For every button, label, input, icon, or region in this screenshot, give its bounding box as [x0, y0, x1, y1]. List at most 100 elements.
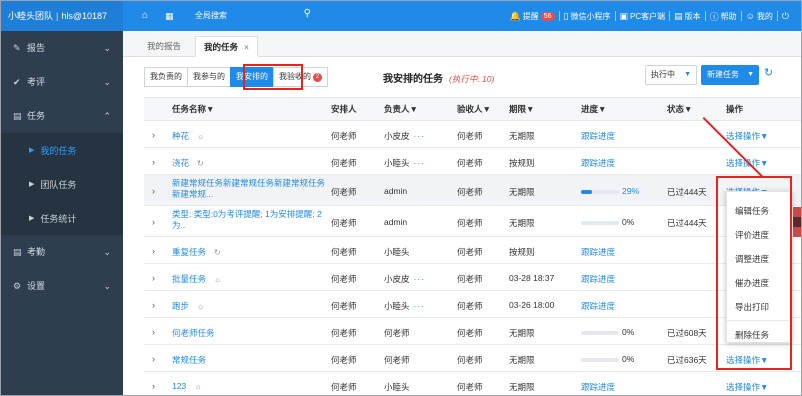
global-search[interactable]: 全局搜索 ⚲	[186, 8, 314, 24]
sidebar-item-evaluation[interactable]: ✔ 考评 ⌄	[1, 65, 123, 99]
status-cell: 已过636天	[667, 355, 707, 365]
more-owners-icon[interactable]: ···	[414, 301, 426, 311]
task-name-text: 浇花	[172, 158, 190, 168]
task-name-text: 重复任务	[172, 247, 207, 257]
task-name[interactable]: 类型: 类型:0为考评提醒; 1为安排提醒; 2为..	[172, 209, 332, 231]
apps-icon[interactable]: ▦	[165, 9, 174, 23]
expand-chevron-icon[interactable]: ›	[152, 381, 155, 391]
refresh-icon[interactable]: ↻	[764, 66, 773, 79]
table-row[interactable]: › 批量任务 ☼ 何老师 小皮皮 ··· 何老师 03-28 18:37 跟踪进度	[144, 264, 801, 291]
table-row[interactable]: › 新建常规任务新建常规任务新建常规任务新建常规... 何老师 admin 何老师 无期限…	[144, 175, 801, 206]
deadline-cell: 按规则	[509, 247, 535, 257]
status-select[interactable]: 执行中 ▼	[645, 65, 697, 85]
search-icon[interactable]: ⚲	[304, 8, 311, 19]
new-task-button[interactable]: 新建任务 ▼	[701, 65, 759, 85]
task-name[interactable]: 跑步 ☼	[172, 300, 204, 312]
task-name[interactable]: 何老师任务	[172, 327, 215, 339]
task-name[interactable]: 123 ☼	[172, 381, 202, 391]
expand-chevron-icon[interactable]: ›	[152, 157, 155, 167]
owner-text: 小睦头	[384, 247, 410, 257]
table-row[interactable]: › 跑步 ☼ 何老师 小睦头 ··· 何老师 03-26 18:00 跟踪进度	[144, 291, 801, 318]
logout-button[interactable]: ⏻	[778, 11, 795, 22]
col-owner[interactable]: 负责人▼	[384, 98, 418, 122]
help-button[interactable]: ⓘ 帮助	[706, 10, 741, 23]
task-name[interactable]: 种花 ☼	[172, 130, 204, 142]
select-action-button[interactable]: 选择操作▼	[726, 381, 768, 393]
task-name[interactable]: 新建常规任务新建常规任务新建常规任务新建常规...	[172, 178, 332, 200]
table-row[interactable]: › 123 ☼ 何老师 小睦头 何老师 无期限 跟踪进度 选择操作▼	[144, 372, 801, 395]
user-icon: ☺	[745, 11, 755, 21]
remind-count-badge: 56	[540, 11, 555, 21]
sidebar-sub-my-task[interactable]: ▶ 我的任务	[1, 133, 123, 167]
task-name[interactable]: 常规任务	[172, 354, 206, 366]
pc-client-button[interactable]: ▣ PC客户端	[616, 11, 670, 22]
expand-chevron-icon[interactable]: ›	[152, 327, 155, 337]
mine-button[interactable]: ☺ 我的	[742, 11, 777, 22]
col-name[interactable]: 任务名称▼	[172, 98, 214, 122]
group-icon: ☼	[214, 275, 222, 284]
task-name[interactable]: 浇花 ↻	[172, 157, 204, 169]
arranger-cell: 何老师	[331, 131, 357, 141]
verifier-cell: 何老师	[457, 355, 483, 365]
table-row[interactable]: › 何老师任务 何老师 何老师 何老师 无期限 0% 已过608天	[144, 318, 801, 345]
wechat-button[interactable]: ▯ 微信小程序	[560, 11, 615, 22]
more-owners-icon[interactable]: ···	[414, 131, 426, 141]
owner-cell: 小睦头 ···	[384, 300, 425, 312]
sidebar-item-attendance[interactable]: ▤ 考勤 ⌄	[1, 235, 123, 269]
chevron-down-icon: ⌄	[103, 43, 111, 53]
owner-text: admin	[384, 186, 408, 196]
app-window: 小睦头团队 | hls@10187 ⌂ ▦ 全局搜索 ⚲ 🔔 提醒 56 ▯ 微信小…	[0, 0, 802, 396]
task-name[interactable]: 批量任务 ☼	[172, 273, 221, 285]
check-icon: ✔	[13, 77, 21, 87]
expand-chevron-icon[interactable]: ›	[152, 130, 155, 140]
close-icon[interactable]: ×	[244, 42, 249, 52]
track-progress-link[interactable]: 跟踪进度	[581, 381, 615, 393]
sidebar-sub-task-stats[interactable]: ▶ 任务统计	[1, 201, 123, 235]
annotation-box	[243, 64, 303, 90]
more-owners-icon[interactable]: ···	[414, 158, 426, 168]
sidebar-item-settings[interactable]: ⚙ 设置 ⌄	[1, 269, 123, 303]
filter-participating[interactable]: 我参与的	[187, 67, 230, 87]
sidebar-sub-team-task[interactable]: ▶ 团队任务	[1, 167, 123, 201]
track-progress-link[interactable]: 跟踪进度	[581, 300, 615, 312]
expand-chevron-icon[interactable]: ›	[152, 273, 155, 283]
track-progress-link[interactable]: 跟踪进度	[581, 273, 615, 285]
home-icon[interactable]: ⌂	[142, 9, 148, 23]
col-deadline[interactable]: 期限▼	[509, 98, 534, 122]
col-verifier[interactable]: 验收人▼	[457, 98, 491, 122]
owner-cell: 小睦头	[384, 381, 410, 393]
tab-my-task[interactable]: 我的任务 ×	[195, 36, 258, 57]
track-progress-link[interactable]: 跟踪进度	[581, 246, 615, 258]
expand-chevron-icon[interactable]: ›	[152, 246, 155, 256]
task-name[interactable]: 重复任务 ↻	[172, 246, 221, 258]
col-status[interactable]: 状态▼	[667, 98, 692, 122]
table-row[interactable]: › 类型: 类型:0为考评提醒; 1为安排提醒; 2为.. 何老师 admin 何老师 无…	[144, 206, 801, 237]
filter-responsible[interactable]: 我负责的	[144, 67, 187, 87]
deadline-cell: 无期限	[509, 355, 535, 365]
select-action-button[interactable]: 选择操作▼	[726, 130, 768, 142]
version-button[interactable]: ▤ 版本	[670, 11, 705, 22]
expand-chevron-icon[interactable]: ›	[152, 217, 155, 227]
more-owners-icon[interactable]: ···	[414, 274, 426, 284]
gear-icon: ⚙	[13, 281, 22, 291]
page-title: 我安排的任务 (执行中: 10)	[383, 70, 494, 85]
table-row[interactable]: › 常规任务 何老师 何老师 何老师 无期限 0% 已过636天 选择操作▼	[144, 345, 801, 372]
verifier-cell: 何老师	[457, 158, 483, 168]
table-row[interactable]: › 重复任务 ↻ 何老师 小睦头 何老师 按规则 跟踪进度	[144, 237, 801, 264]
expand-chevron-icon[interactable]: ›	[152, 354, 155, 364]
sidebar-sub-label: 团队任务	[40, 179, 77, 190]
table-row[interactable]: ›浇花↻何老师小睦头···何老师按规则跟踪进度选择操作▼	[144, 148, 801, 175]
group-icon: ☼	[197, 132, 205, 141]
table-row[interactable]: › 种花 ☼ 何老师 小皮皮 ··· 何老师 无期限 跟踪进度 选择操作▼	[144, 121, 801, 148]
track-progress-link[interactable]: 跟踪进度	[581, 130, 615, 142]
remind-button[interactable]: 🔔 提醒 56	[506, 11, 559, 22]
expand-chevron-icon[interactable]: ›	[152, 186, 155, 196]
col-progress[interactable]: 进度▼	[581, 98, 606, 122]
sidebar-item-report[interactable]: ✎ 报告 ⌄	[1, 31, 123, 65]
sidebar-item-task[interactable]: ▤ 任务 ⌃	[1, 99, 123, 133]
tab-my-report[interactable]: 我的报告	[139, 36, 189, 57]
expand-chevron-icon[interactable]: ›	[152, 300, 155, 310]
filter-label: 我参与的	[193, 72, 225, 81]
track-progress-link[interactable]: 跟踪进度	[581, 157, 615, 169]
mine-label: 我的	[756, 11, 773, 21]
